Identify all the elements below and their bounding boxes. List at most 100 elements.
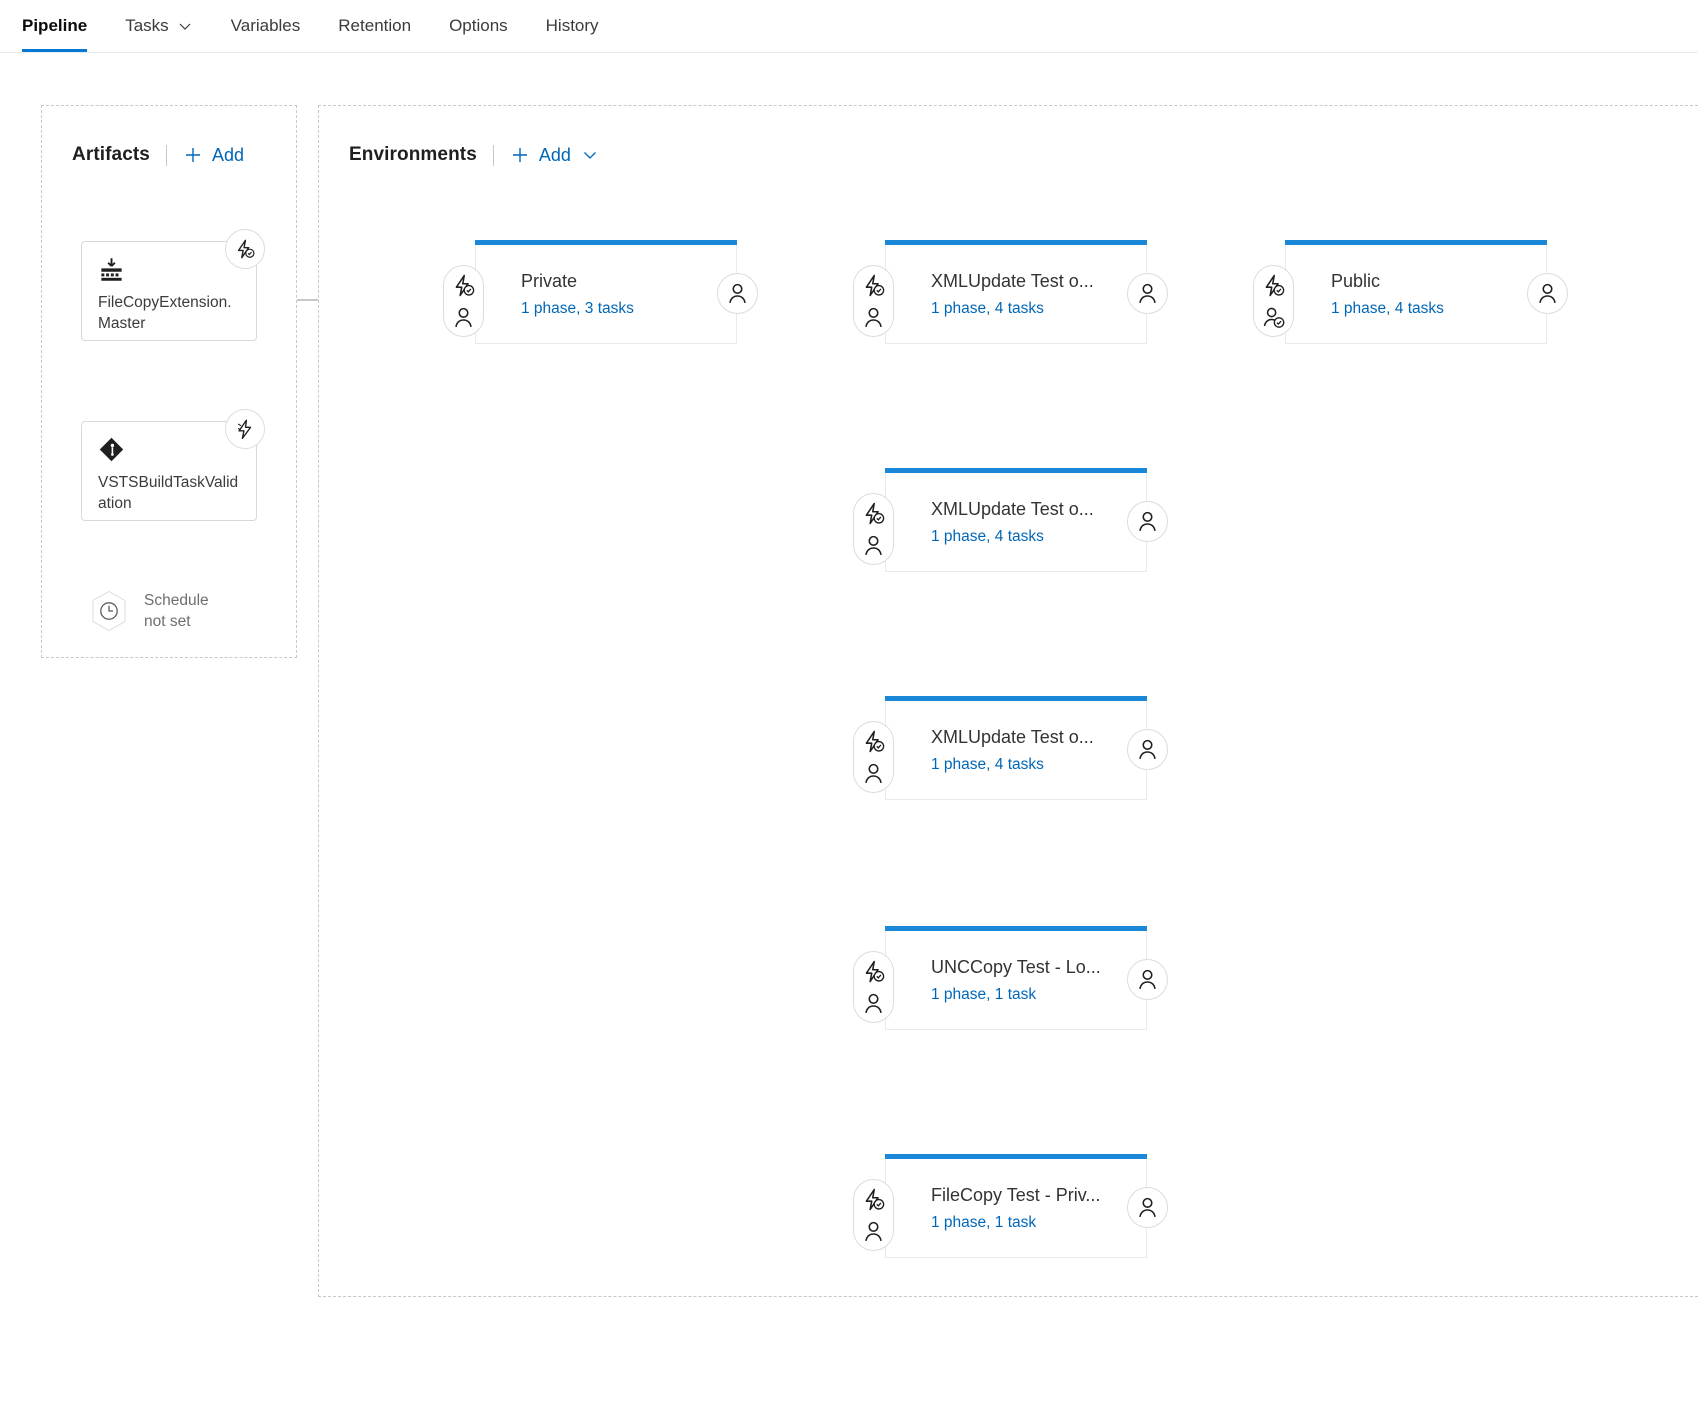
- environment-title: XMLUpdate Test o...: [931, 727, 1094, 747]
- lightning-check-icon: [1261, 273, 1286, 298]
- environment-title: FileCopy Test - Priv...: [931, 1185, 1101, 1205]
- schedule-line2: not set: [144, 613, 191, 630]
- environment-subtitle[interactable]: 1 phase, 4 tasks: [1331, 299, 1531, 319]
- plus-icon: [183, 145, 203, 165]
- post-deployment-conditions-button[interactable]: [1127, 501, 1168, 542]
- nav-item-variables[interactable]: Variables: [231, 0, 301, 52]
- artifacts-title: Artifacts: [72, 144, 150, 165]
- pre-deployment-conditions-button[interactable]: [853, 493, 894, 565]
- post-deployment-conditions-button[interactable]: [717, 273, 758, 314]
- nav-item-tasks[interactable]: Tasks: [125, 0, 192, 52]
- person-icon: [861, 1219, 886, 1244]
- environment-accent-bar: [885, 926, 1147, 931]
- schedule-line1: Schedule: [144, 592, 209, 609]
- pre-deployment-conditions-button[interactable]: [443, 265, 484, 337]
- environment-text: Private 1 phase, 3 tasks: [521, 270, 721, 319]
- person-icon: [1135, 967, 1160, 992]
- nav-item-label: Pipeline: [22, 16, 88, 35]
- person-icon: [451, 305, 476, 330]
- environment-text: Public 1 phase, 4 tasks: [1331, 270, 1531, 319]
- lightning-check-icon: [861, 959, 886, 984]
- environment-accent-bar: [885, 240, 1147, 245]
- nav-item-label: Variables: [230, 16, 301, 35]
- artifact-trigger-badge-vstsbuildtaskvalidation[interactable]: [225, 409, 265, 449]
- git-repository-icon: [98, 436, 240, 463]
- person-icon: [861, 533, 886, 558]
- person-icon: [1135, 1195, 1160, 1220]
- post-deployment-conditions-button[interactable]: [1127, 959, 1168, 1000]
- plus-icon: [510, 145, 530, 165]
- person-icon: [861, 761, 886, 786]
- person-icon: [1535, 281, 1560, 306]
- artifact-trigger-badge-filecopyextension[interactable]: [225, 229, 265, 269]
- environment-accent-bar: [475, 240, 737, 245]
- artifact-name: FileCopyExtension.Master: [98, 294, 232, 332]
- lightning-check-icon: [861, 1187, 886, 1212]
- add-artifact-button[interactable]: Add: [183, 145, 244, 166]
- environment-accent-bar: [885, 1154, 1147, 1159]
- pre-deployment-conditions-button[interactable]: [853, 265, 894, 337]
- environment-text: XMLUpdate Test o... 1 phase, 4 tasks: [931, 498, 1131, 547]
- artifacts-header-divider: [165, 144, 167, 166]
- artifacts-panel: Artifacts Add FileCopyExtension.Master V…: [41, 105, 297, 658]
- environments-title: Environments: [349, 144, 477, 165]
- clock-icon: [100, 602, 118, 620]
- environment-subtitle[interactable]: 1 phase, 1 task: [931, 985, 1131, 1005]
- nav-item-label: Retention: [338, 16, 412, 35]
- schedule-trigger[interactable]: Schedule not set: [86, 588, 209, 634]
- nav-item-history[interactable]: History: [546, 0, 599, 52]
- post-deployment-conditions-button[interactable]: [1127, 729, 1168, 770]
- environment-subtitle[interactable]: 1 phase, 4 tasks: [931, 299, 1131, 319]
- build-artifact-icon: [98, 256, 240, 283]
- add-environment-button[interactable]: Add: [510, 145, 599, 166]
- environment-accent-bar: [1285, 240, 1547, 245]
- post-deployment-conditions-button[interactable]: [1527, 273, 1568, 314]
- top-navigation-bar: Pipeline Tasks Variables Retention Options Hi…: [0, 0, 1698, 53]
- lightning-check-icon: [451, 273, 476, 298]
- environment-title: UNCCopy Test - Lo...: [931, 957, 1101, 977]
- lightning-check-icon: [861, 501, 886, 526]
- environment-title: Public: [1331, 271, 1381, 291]
- environment-subtitle[interactable]: 1 phase, 4 tasks: [931, 527, 1131, 547]
- nav-item-label: Options: [449, 16, 508, 35]
- artifacts-header: Artifacts Add: [72, 144, 244, 166]
- person-check-icon: [1261, 305, 1286, 330]
- environments-header: Environments Add: [349, 144, 599, 166]
- pre-deployment-conditions-button[interactable]: [853, 951, 894, 1023]
- environment-text: FileCopy Test - Priv... 1 phase, 1 task: [931, 1184, 1131, 1233]
- environment-title: Private: [521, 271, 578, 291]
- chevron-down-icon: [581, 146, 599, 164]
- nav-item-retention[interactable]: Retention: [338, 0, 411, 52]
- person-icon: [861, 991, 886, 1016]
- pre-deployment-conditions-button[interactable]: [853, 1179, 894, 1251]
- nav-item-pipeline[interactable]: Pipeline: [22, 0, 88, 52]
- schedule-hexagon: [86, 588, 132, 634]
- pre-deployment-conditions-button[interactable]: [1253, 265, 1294, 337]
- person-icon: [1135, 737, 1160, 762]
- artifact-name: VSTSBuildTaskValidation: [98, 474, 239, 512]
- environment-text: XMLUpdate Test o... 1 phase, 4 tasks: [931, 270, 1131, 319]
- environment-title: XMLUpdate Test o...: [931, 271, 1094, 291]
- lightning-icon: [234, 418, 256, 440]
- pre-deployment-conditions-button[interactable]: [853, 721, 894, 793]
- lightning-check-icon: [234, 238, 256, 260]
- nav-item-label: Tasks: [125, 16, 169, 35]
- environment-subtitle[interactable]: 1 phase, 4 tasks: [931, 755, 1131, 775]
- add-environment-label: Add: [538, 144, 571, 165]
- lightning-check-icon: [861, 729, 886, 754]
- environment-accent-bar: [885, 468, 1147, 473]
- nav-item-options[interactable]: Options: [449, 0, 508, 52]
- environment-text: UNCCopy Test - Lo... 1 phase, 1 task: [931, 956, 1131, 1005]
- schedule-label: Schedule not set: [144, 590, 209, 632]
- person-icon: [1135, 281, 1160, 306]
- post-deployment-conditions-button[interactable]: [1127, 1187, 1168, 1228]
- environment-subtitle[interactable]: 1 phase, 3 tasks: [521, 299, 721, 319]
- nav-item-label: History: [545, 16, 599, 35]
- environment-subtitle[interactable]: 1 phase, 1 task: [931, 1213, 1131, 1233]
- environment-text: XMLUpdate Test o... 1 phase, 4 tasks: [931, 726, 1131, 775]
- chevron-down-icon: [177, 18, 193, 34]
- post-deployment-conditions-button[interactable]: [1127, 273, 1168, 314]
- add-artifact-label: Add: [211, 144, 245, 165]
- person-icon: [861, 305, 886, 330]
- person-icon: [725, 281, 750, 306]
